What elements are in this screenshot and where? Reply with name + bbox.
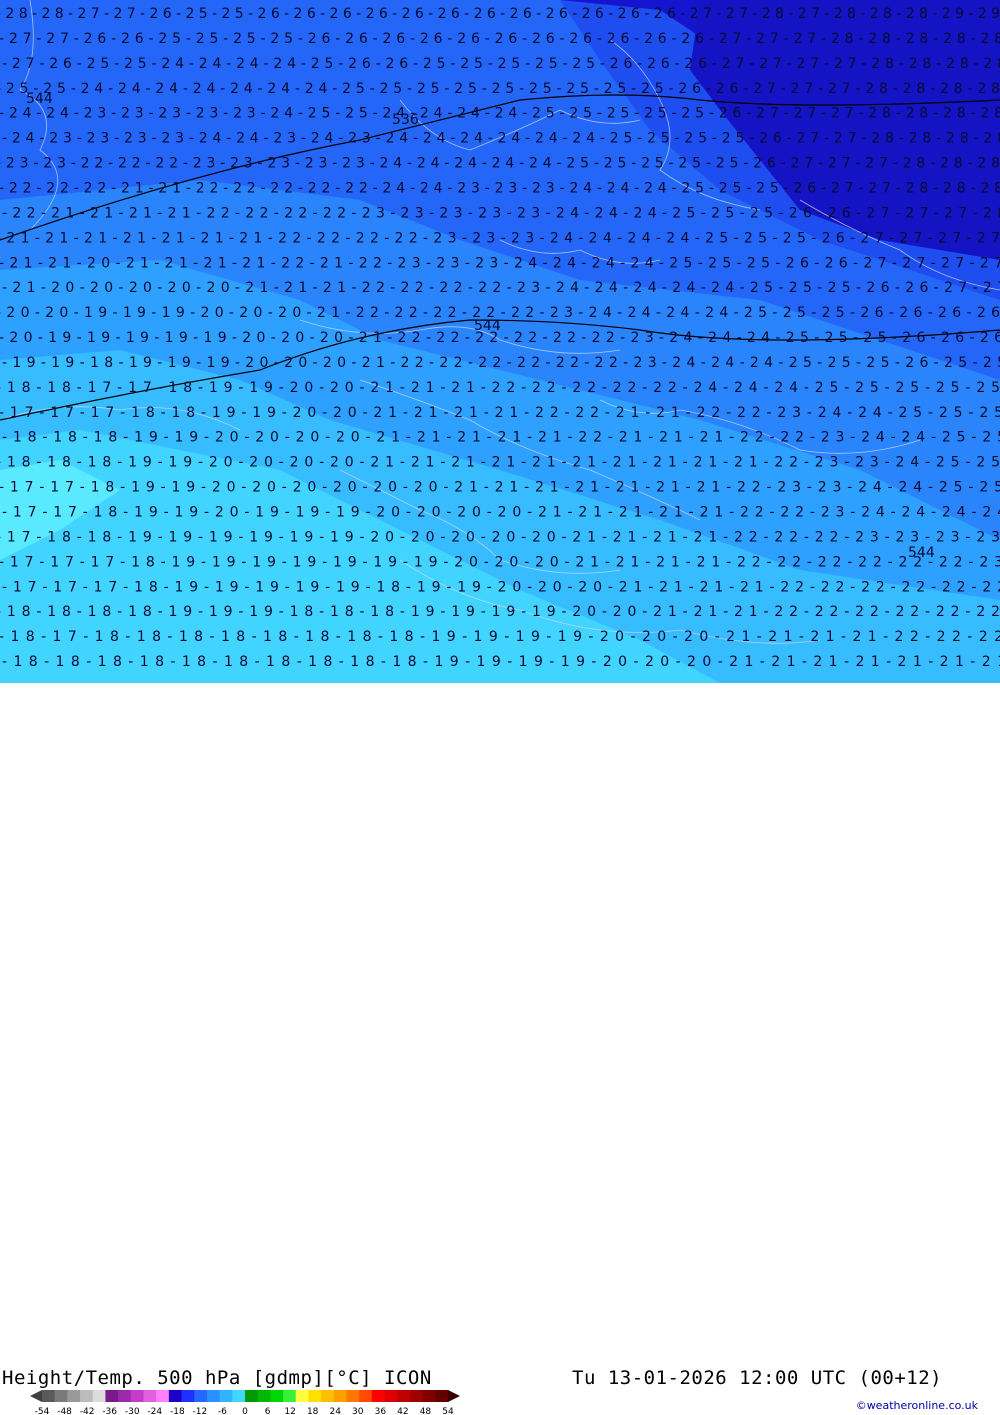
weather-map: -28-28-27-27-26-25-25-26-26-26-26-26-26-… [0,0,1000,683]
map-canvas: -28-28-27-27-26-25-25-26-26-26-26-26-26-… [0,0,1000,683]
legend-swatch [181,1390,195,1402]
legend-swatch [321,1390,335,1402]
legend-swatch [156,1390,170,1402]
legend-swatch [232,1390,246,1402]
legend-tick-label: 6 [265,1407,271,1415]
credit-link[interactable]: ©weatheronline.co.uk [856,1399,978,1412]
isotherm-label-row: -21-20-20-20-20-20-21-21-21-22-22-22-22-… [2,280,1000,296]
isotherm-label-row: -22-21-21-21-21-22-22-22-22-23-23-23-23-… [2,205,1000,221]
legend-swatch [143,1390,157,1402]
isotherm-label-row: -17-17-17-18-18-19-19-20-20-21-21-21-21-… [0,405,1000,421]
legend-swatch [257,1390,271,1402]
isotherm-label-row: -28-28-27-27-26-25-25-26-26-26-26-26-26-… [0,6,1000,22]
legend-swatch [283,1390,297,1402]
legend-swatch [206,1390,221,1402]
legend-swatch [435,1390,449,1402]
isotherm-label-row: -27-27-26-26-25-25-25-25-26-26-26-26-26-… [0,31,1000,47]
legend-swatch [42,1390,56,1402]
legend-swatch [219,1390,233,1402]
legend-tick-label: -36 [102,1407,117,1415]
legend-swatch [422,1390,436,1402]
map-title: Height/Temp. 500 hPa [gdmp][°C] ICON [2,1367,432,1389]
isotherm-label-row: -27-26-25-25-24-24-24-24-25-26-26-25-25-… [2,56,1000,72]
height-label: 544 [474,318,501,334]
isotherm-label-row: -22-22-22-21-21-22-22-22-22-22-24-24-23-… [0,180,1000,196]
legend-tick-label: -18 [170,1407,185,1415]
legend-tick-label: 42 [397,1407,408,1415]
isotherm-label-row: -23-23-22-22-22-23-23-23-23-23-24-24-24-… [0,156,1000,172]
height-label: 536 [392,112,419,128]
legend-swatch [384,1390,398,1402]
legend-swatch [371,1390,386,1402]
legend-arrow-right [448,1390,460,1402]
legend-swatch [333,1390,347,1402]
isotherm-label-row: -24-24-23-23-23-23-23-24-25-25-24-24-24-… [0,106,1000,122]
legend-swatch [80,1390,94,1402]
legend-swatch [67,1390,81,1402]
isotherm-label-row: -18-18-18-19-19-20-20-20-20-21-21-21-21-… [2,430,1000,446]
isotherm-label-row: -17-17-17-18-19-19-19-19-19-19-19-20-20-… [0,554,1000,570]
legend-tick-label: -42 [80,1407,95,1415]
legend-swatch [168,1390,183,1402]
footer-bar: Height/Temp. 500 hPa [gdmp][°C] ICON Tu … [0,683,1000,1415]
legend-tick-label: 36 [375,1407,387,1415]
legend-tick-label: -24 [147,1407,162,1415]
height-label: 544 [26,91,53,107]
legend-swatch [409,1390,424,1402]
legend-tick-label: -6 [218,1407,227,1415]
legend-tick-label: 0 [242,1407,248,1415]
isotherm-label-row: -17-17-17-18-19-19-19-19-19-18-19-19-20-… [2,579,1000,595]
color-legend: -54 -48 -42 -36 -30 -24 -18 -12 -6 0 6 12 18 24 30 36 42… [30,1390,460,1415]
legend-tick-label: -12 [193,1407,208,1415]
legend-swatch [130,1390,144,1402]
legend-swatch [105,1390,119,1402]
legend-tick-label: 24 [329,1407,341,1415]
legend-swatch [54,1390,68,1402]
legend-swatch [245,1390,259,1402]
legend-tick-label: 54 [442,1407,454,1415]
legend-tick-label: -48 [57,1407,72,1415]
height-label: 544 [908,545,935,561]
legend-swatch [346,1390,360,1402]
legend-tick-label: 30 [352,1407,364,1415]
isotherm-label-row: -17-17-18-19-19-20-20-20-20-20-20-21-21-… [0,480,1000,496]
legend-arrow-left [30,1390,42,1402]
legend-swatch [118,1390,132,1402]
legend-tick-label: -54 [35,1407,50,1415]
legend-swatch [397,1390,411,1402]
isotherm-label-row: -17-17-18-19-19-20-19-19-19-20-20-20-20-… [2,505,1000,521]
isotherm-label-row: -25-25-24-24-24-24-24-24-24-25-25-25-25-… [0,81,1000,97]
legend-swatch [92,1390,106,1402]
legend-swatch [308,1390,322,1402]
isotherm-label-row: -19-19-18-19-19-19-20-20-20-21-22-22-22-… [2,355,1000,371]
legend-tick-label: -30 [125,1407,140,1415]
legend-swatch [295,1390,309,1402]
legend-swatch [270,1390,284,1402]
valid-time: Tu 13-01-2026 12:00 UTC (00+12) [572,1367,943,1389]
legend-tick-label: 12 [284,1407,295,1415]
legend-tick-label: 18 [307,1407,319,1415]
legend-swatch [359,1390,373,1402]
legend-swatch [194,1390,208,1402]
legend-tick-label: 48 [420,1407,432,1415]
isotherm-label-row: -24-23-23-23-23-24-24-23-24-23-24-24-24-… [2,131,1000,147]
